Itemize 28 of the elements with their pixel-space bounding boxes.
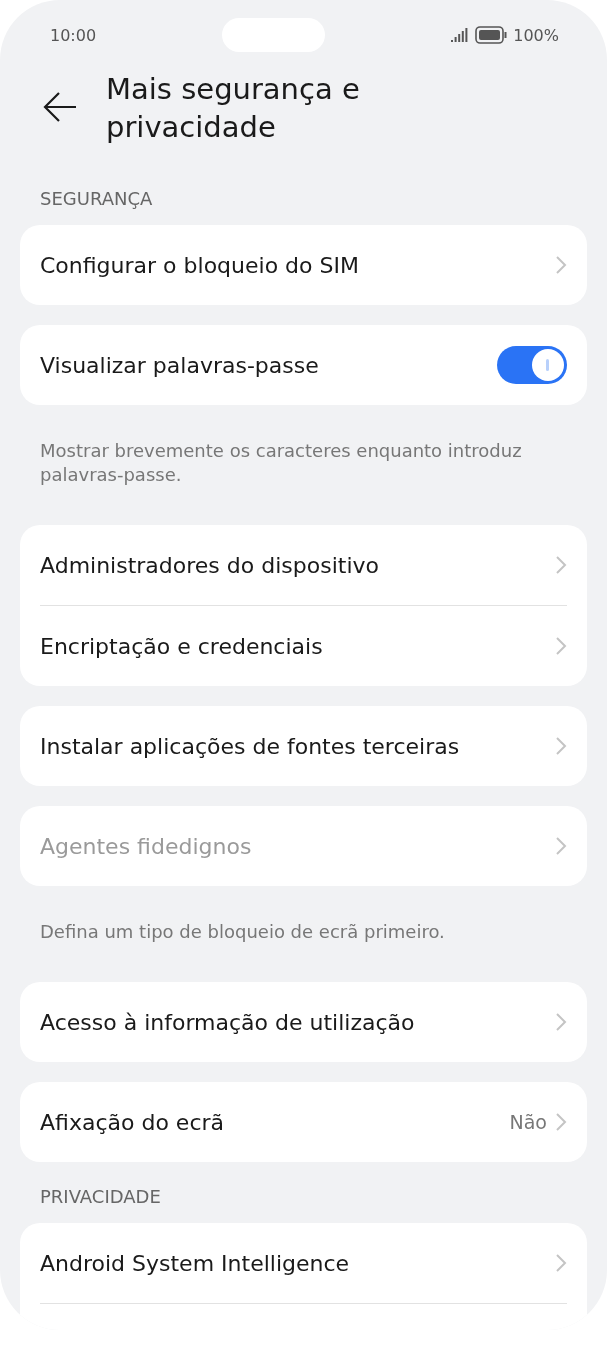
- chevron-icon: [555, 255, 567, 275]
- setting-value: Não: [509, 1111, 547, 1133]
- setting-label[interactable]: Administradores do dispositivo: [40, 552, 555, 578]
- setting-label[interactable]: Visualizar palavras-passe: [40, 352, 497, 378]
- battery-percent: 100%: [513, 25, 559, 45]
- chevron-icon: [555, 555, 567, 575]
- signal-icon: [451, 28, 470, 42]
- setting-label[interactable]: Encriptação e credenciais: [40, 633, 555, 659]
- chevron-icon: [555, 736, 567, 756]
- page-title: Mais segurança e privacidade: [106, 71, 361, 146]
- setting-label[interactable]: Android System Intelligence: [40, 1250, 555, 1276]
- setting-label[interactable]: Instalar aplicações de fontes terceiras: [40, 733, 555, 759]
- chevron-icon: [555, 636, 567, 656]
- section-note: Mostrar brevemente os caracteres enquanto introduz palavras-passe.: [39, 439, 523, 487]
- chevron-icon: [555, 836, 567, 856]
- setting-label[interactable]: Acesso à informação de utilização: [40, 1009, 555, 1035]
- chevron-icon: [555, 1012, 567, 1032]
- setting-label[interactable]: Configurar o bloqueio do SIM: [40, 252, 555, 278]
- back-arrow-icon[interactable]: [42, 90, 78, 124]
- chevron-icon: [555, 1253, 567, 1273]
- section-note: Defina um tipo de bloqueio de ecrã primeiro.: [39, 920, 446, 944]
- section-header: PRIVACIDADE: [39, 1185, 162, 1209]
- chevron-icon: [555, 1112, 567, 1132]
- toggle-switch[interactable]: [497, 346, 567, 384]
- section-header: SEGURANÇA: [39, 187, 154, 211]
- status-time: 10:00: [50, 25, 97, 45]
- setting-label[interactable]: Afixação do ecrã: [40, 1109, 510, 1135]
- battery-icon: [475, 26, 508, 44]
